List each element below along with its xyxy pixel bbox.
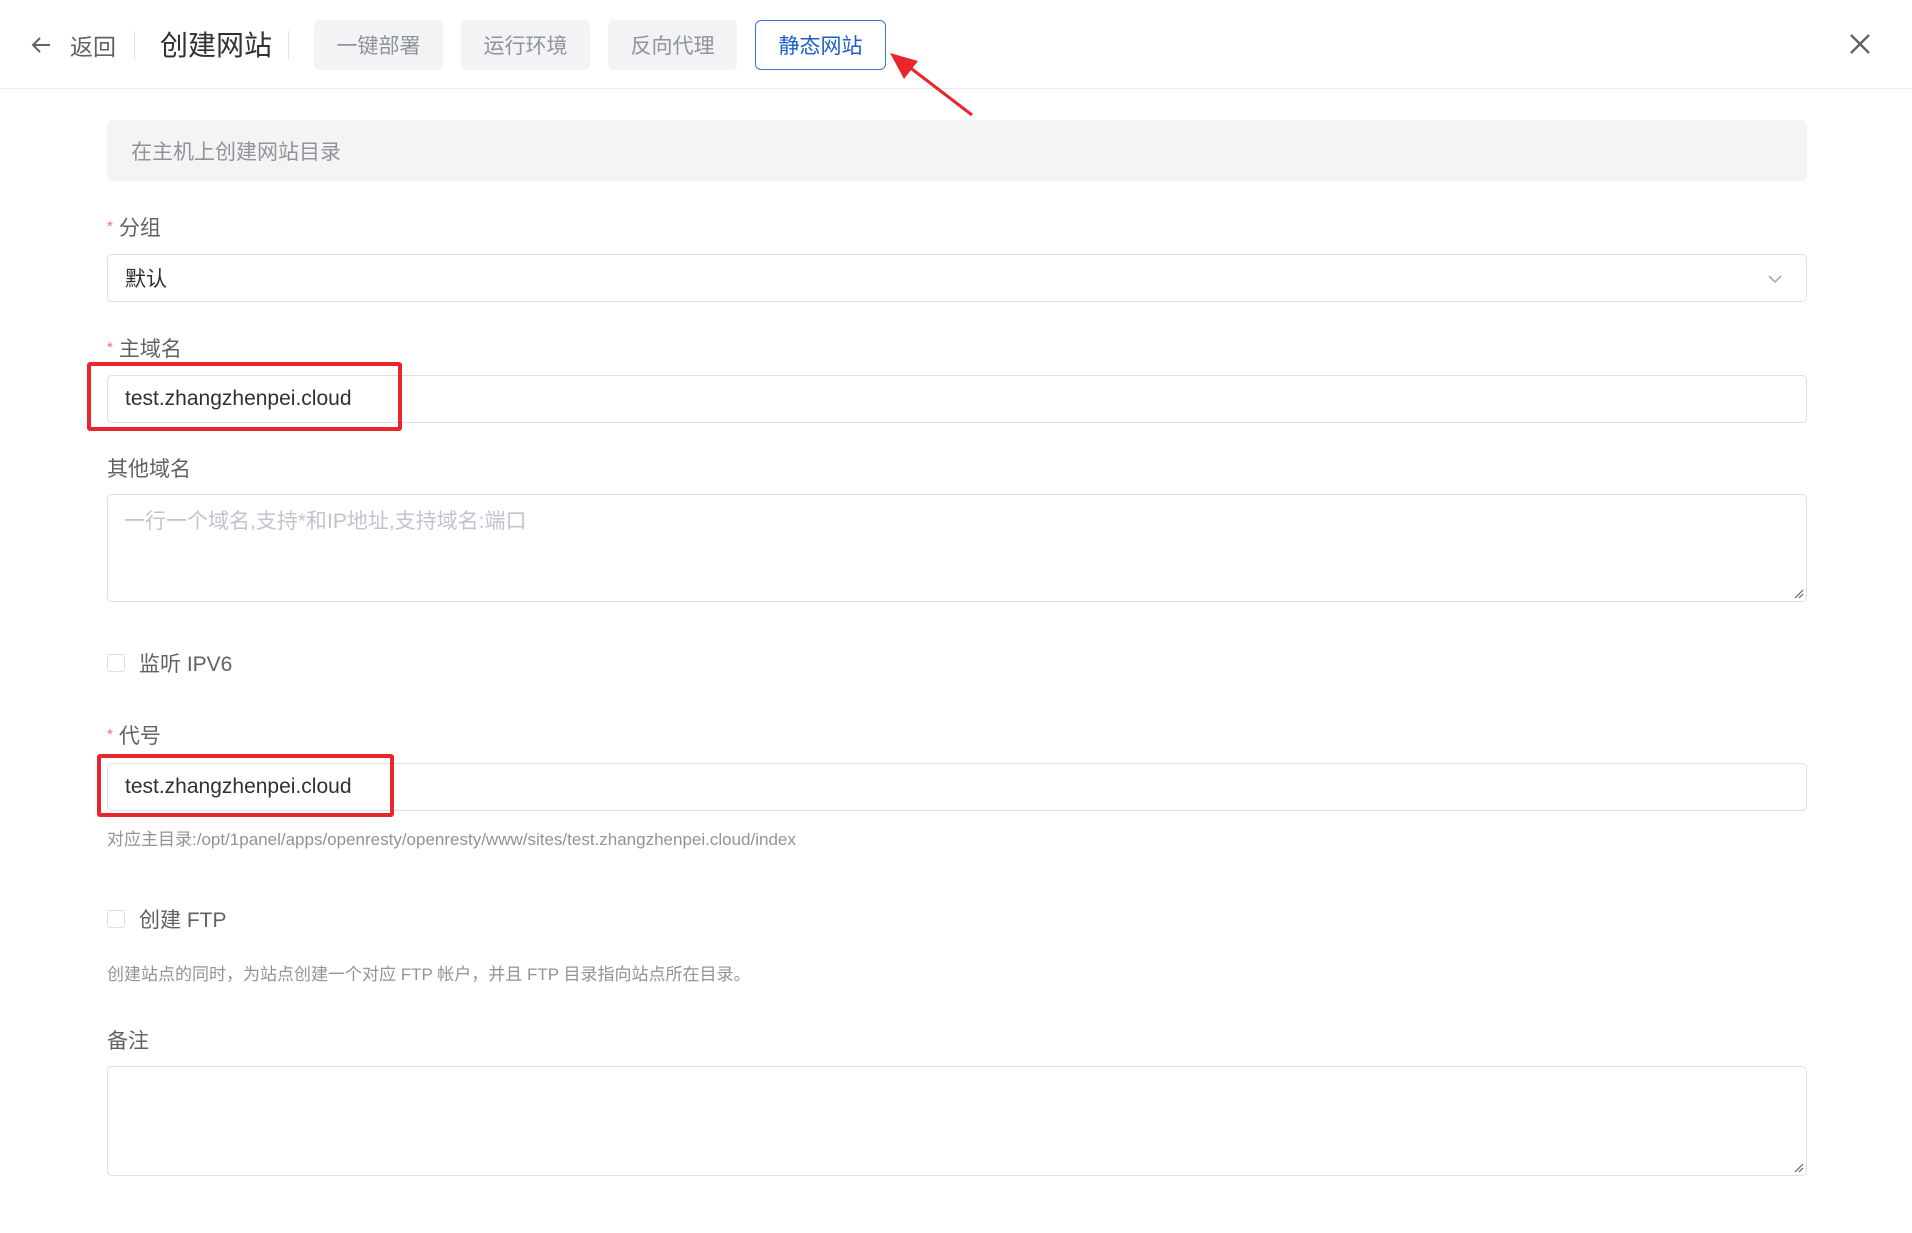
alias-label-text: 代号 [118, 725, 161, 748]
highlight-box [97, 754, 394, 817]
info-alert: 在主机上创建网站目录 [107, 120, 1807, 181]
page-title: 创建网站 [160, 30, 273, 61]
chevron-down-icon [1768, 275, 1782, 284]
other-domains-textarea[interactable]: 一行一个域名,支持*和IP地址,支持域名:端口 [107, 494, 1807, 602]
remark-label: 备注 [107, 1030, 149, 1053]
other-domains-label: 其他域名 [107, 458, 191, 481]
divider [134, 31, 135, 59]
group-select-value: 默认 [125, 268, 167, 291]
divider [288, 31, 289, 59]
required-asterisk: * [107, 339, 113, 356]
tab-one-click-deploy[interactable]: 一键部署 [314, 20, 443, 70]
primary-domain-label: * 主域名 [107, 333, 182, 363]
tab-label: 反向代理 [630, 35, 715, 58]
tab-static-site[interactable]: 静态网站 [755, 20, 886, 70]
alias-help-text: 对应主目录:/opt/1panel/apps/openresty/openres… [107, 830, 796, 849]
required-asterisk: * [107, 218, 113, 235]
tab-reverse-proxy[interactable]: 反向代理 [608, 20, 737, 70]
resize-handle-icon[interactable] [1792, 587, 1804, 599]
arrow-left-icon [31, 37, 50, 53]
alias-label: * 代号 [107, 720, 161, 750]
primary-domain-label-text: 主域名 [118, 338, 182, 361]
remark-textarea[interactable] [107, 1066, 1807, 1176]
other-domains-placeholder: 一行一个域名,支持*和IP地址,支持域名:端口 [124, 510, 527, 533]
tab-label: 一键部署 [336, 35, 421, 58]
back-button[interactable]: 返回 [30, 28, 116, 62]
group-label-text: 分组 [118, 217, 161, 240]
annotation-arrow [890, 53, 973, 117]
tab-label: 静态网站 [778, 35, 863, 58]
tab-runtime[interactable]: 运行环境 [461, 20, 590, 70]
ipv6-checkbox-label: 监听 IPV6 [139, 653, 233, 676]
checkbox-box[interactable] [107, 910, 125, 928]
tab-label: 运行环境 [483, 35, 568, 58]
create-ftp-checkbox[interactable]: 创建 FTP [107, 904, 227, 934]
back-label: 返回 [70, 34, 116, 60]
close-icon[interactable] [1848, 32, 1872, 56]
checkbox-box[interactable] [107, 654, 125, 672]
highlight-box [87, 362, 402, 431]
resize-handle-icon[interactable] [1792, 1161, 1804, 1173]
ipv6-checkbox[interactable]: 监听 IPV6 [107, 648, 232, 678]
group-select[interactable]: 默认 [107, 254, 1807, 302]
create-ftp-label: 创建 FTP [139, 909, 227, 932]
group-label: * 分组 [107, 212, 161, 242]
required-asterisk: * [107, 726, 113, 743]
ftp-help-text: 创建站点的同时，为站点创建一个对应 FTP 帐户，并且 FTP 目录指向站点所在… [107, 965, 751, 984]
